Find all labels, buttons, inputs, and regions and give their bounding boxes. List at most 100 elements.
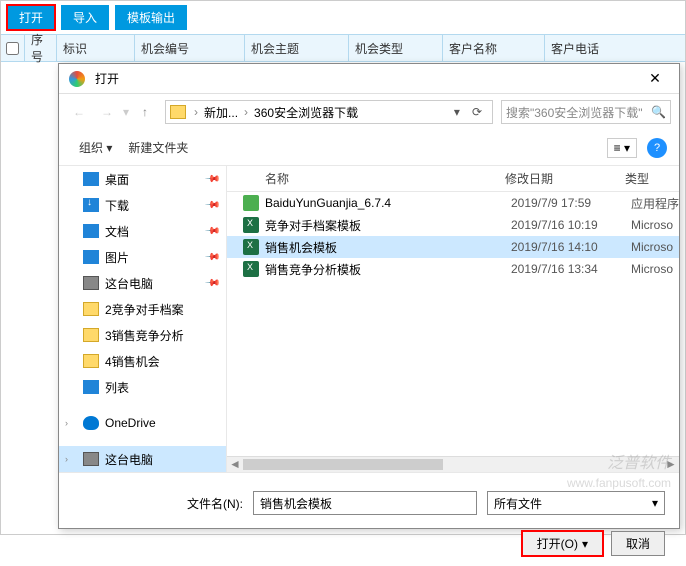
list-icon: [83, 380, 99, 394]
sidebar-item-this-pc[interactable]: 这台电脑📌: [59, 270, 226, 296]
chevron-right-icon[interactable]: ›: [65, 454, 68, 464]
breadcrumb[interactable]: › 新加... › 360安全浏览器下载 ▾ ⟳: [165, 100, 493, 124]
import-button[interactable]: 导入: [61, 5, 109, 30]
template-export-button[interactable]: 模板输出: [115, 5, 187, 30]
sidebar-item-folder[interactable]: 3销售竞争分析: [59, 322, 226, 348]
close-icon[interactable]: ✕: [635, 70, 675, 87]
file-row[interactable]: 销售竞争分析模板 2019/7/16 13:34 Microso: [227, 258, 679, 280]
dialog-footer: 文件名(N): 所有文件▾ 打开(O)▾ 取消: [59, 472, 679, 566]
sidebar-item-download[interactable]: 下载📌: [59, 192, 226, 218]
chevron-right-icon[interactable]: ›: [65, 418, 68, 428]
breadcrumb-seg[interactable]: 360安全浏览器下载: [250, 104, 362, 121]
new-folder-button[interactable]: 新建文件夹: [120, 135, 196, 160]
scroll-left-icon[interactable]: ◄: [227, 457, 243, 472]
col-date[interactable]: 修改日期: [495, 170, 615, 187]
col-opp-type[interactable]: 机会类型: [349, 35, 443, 61]
folder-icon: [170, 105, 186, 119]
dialog-titlebar: 打开 ✕: [59, 64, 679, 94]
scroll-right-icon[interactable]: ►: [663, 457, 679, 472]
col-opp-subj[interactable]: 机会主题: [245, 35, 349, 61]
col-cust-name[interactable]: 客户名称: [443, 35, 545, 61]
file-date: 2019/7/16 13:34: [511, 262, 631, 276]
pc-icon: [83, 276, 99, 290]
refresh-icon[interactable]: ⟳: [466, 105, 488, 119]
file-name: 销售竞争分析模板: [265, 261, 511, 278]
horizontal-scrollbar[interactable]: ◄ ►: [227, 456, 679, 472]
xls-file-icon: [243, 261, 259, 277]
organize-button[interactable]: 组织 ▾: [71, 135, 120, 160]
file-filter-select[interactable]: 所有文件▾: [487, 491, 665, 515]
app-icon: [69, 71, 85, 87]
file-row[interactable]: 销售机会模板 2019/7/16 14:10 Microso: [227, 236, 679, 258]
chevron-right-icon: ›: [242, 105, 250, 119]
search-input[interactable]: 搜索"360安全浏览器下载" 🔍: [501, 100, 671, 124]
chevron-right-icon: ›: [192, 105, 200, 119]
dialog-navbar: ← → ▾ ↑ › 新加... › 360安全浏览器下载 ▾ ⟳ 搜索"360安…: [59, 94, 679, 130]
sidebar-item-desktop[interactable]: 桌面📌: [59, 166, 226, 192]
col-seq[interactable]: 序号: [25, 35, 57, 61]
col-cust-phone[interactable]: 客户电话: [545, 35, 645, 61]
pin-icon: 📌: [203, 197, 220, 214]
sidebar-item-list[interactable]: 列表: [59, 374, 226, 400]
select-all-checkbox[interactable]: [1, 35, 25, 61]
pictures-icon: [83, 250, 99, 264]
file-type: 应用程序: [631, 195, 679, 212]
filename-label: 文件名(N):: [73, 495, 243, 512]
folder-icon: [83, 302, 99, 316]
sidebar-item-onedrive[interactable]: ›OneDrive: [59, 410, 226, 436]
app-toolbar: 打开 导入 模板输出: [1, 1, 685, 34]
document-icon: [83, 224, 99, 238]
sidebar-item-folder[interactable]: 4销售机会: [59, 348, 226, 374]
pc-icon: [83, 452, 99, 466]
col-opp-num[interactable]: 机会编号: [135, 35, 245, 61]
breadcrumb-dropdown-icon[interactable]: ▾: [448, 105, 466, 119]
sidebar-item-documents[interactable]: 文档📌: [59, 218, 226, 244]
file-date: 2019/7/16 14:10: [511, 240, 631, 254]
dialog-toolbar: 组织 ▾ 新建文件夹 ≡ ▾ ?: [59, 130, 679, 166]
open-button[interactable]: 打开: [7, 5, 55, 30]
folder-icon: [83, 354, 99, 368]
pin-icon: 📌: [203, 275, 220, 292]
file-name: BaiduYunGuanjia_6.7.4: [265, 196, 511, 210]
table-header: 序号 标识 机会编号 机会主题 机会类型 客户名称 客户电话: [1, 34, 685, 62]
col-type[interactable]: 类型: [615, 170, 679, 187]
pin-icon: 📌: [203, 223, 220, 240]
nav-up-icon[interactable]: ↑: [133, 100, 157, 124]
scrollbar-thumb[interactable]: [243, 459, 443, 470]
nav-forward-icon[interactable]: →: [95, 100, 119, 124]
folder-icon: [83, 328, 99, 342]
file-row[interactable]: BaiduYunGuanjia_6.7.4 2019/7/9 17:59 应用程…: [227, 192, 679, 214]
exe-file-icon: [243, 195, 259, 211]
file-name: 销售机会模板: [265, 239, 511, 256]
dialog-sidebar: 桌面📌 下载📌 文档📌 图片📌 这台电脑📌 2竞争对手档案 3销售竞争分析 4销…: [59, 166, 227, 472]
help-icon[interactable]: ?: [647, 138, 667, 158]
col-name[interactable]: 名称: [227, 170, 495, 187]
file-date: 2019/7/16 10:19: [511, 218, 631, 232]
col-mark[interactable]: 标识: [57, 35, 135, 61]
cloud-icon: [83, 416, 99, 430]
chevron-down-icon: ▾: [652, 496, 658, 510]
file-type: Microso: [631, 218, 679, 232]
view-mode-button[interactable]: ≡ ▾: [607, 138, 637, 158]
pin-icon: 📌: [203, 249, 220, 266]
nav-back-icon[interactable]: ←: [67, 100, 91, 124]
file-row[interactable]: 竞争对手档案模板 2019/7/16 10:19 Microso: [227, 214, 679, 236]
dialog-title: 打开: [91, 70, 635, 87]
xls-file-icon: [243, 239, 259, 255]
xls-file-icon: [243, 217, 259, 233]
pin-icon: 📌: [203, 171, 220, 188]
search-icon[interactable]: 🔍: [651, 105, 666, 119]
file-open-dialog: 打开 ✕ ← → ▾ ↑ › 新加... › 360安全浏览器下载 ▾ ⟳ 搜索…: [58, 63, 680, 529]
sidebar-item-folder[interactable]: 2竞争对手档案: [59, 296, 226, 322]
file-list-header: 名称 修改日期 类型: [227, 166, 679, 192]
sidebar-item-this-pc[interactable]: ›这台电脑: [59, 446, 226, 472]
chevron-down-icon: ▾: [582, 537, 588, 551]
desktop-icon: [83, 172, 99, 186]
breadcrumb-seg[interactable]: 新加...: [200, 104, 242, 121]
file-date: 2019/7/9 17:59: [511, 196, 631, 210]
sidebar-item-pictures[interactable]: 图片📌: [59, 244, 226, 270]
download-icon: [83, 198, 99, 212]
file-type: Microso: [631, 262, 679, 276]
filename-input[interactable]: [253, 491, 477, 515]
file-name: 竞争对手档案模板: [265, 217, 511, 234]
